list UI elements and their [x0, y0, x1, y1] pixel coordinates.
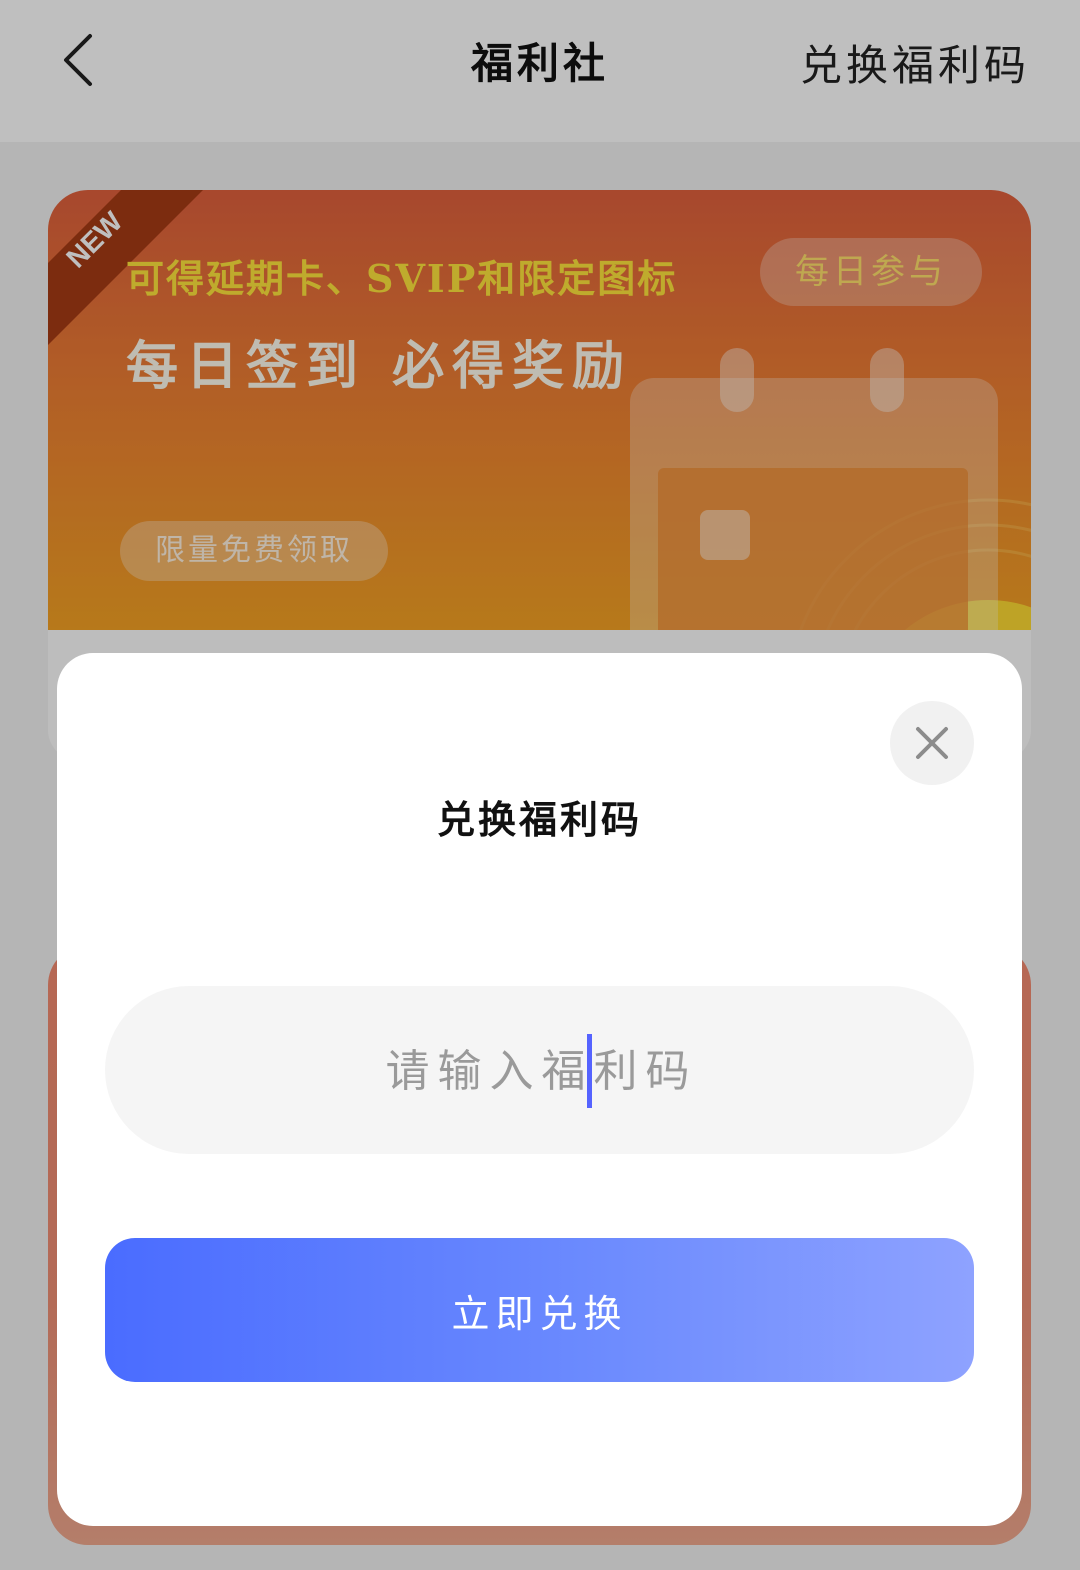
code-input-container[interactable] — [105, 986, 978, 1156]
close-button[interactable] — [890, 701, 974, 785]
redeem-code-dialog: 兑换福利码 立即兑换 — [57, 653, 1022, 1526]
dialog-title: 兑换福利码 — [436, 797, 642, 842]
text-caret — [587, 1034, 592, 1108]
close-icon — [916, 727, 948, 759]
code-input[interactable] — [105, 986, 978, 1156]
redeem-now-button[interactable]: 立即兑换 — [105, 1238, 974, 1382]
